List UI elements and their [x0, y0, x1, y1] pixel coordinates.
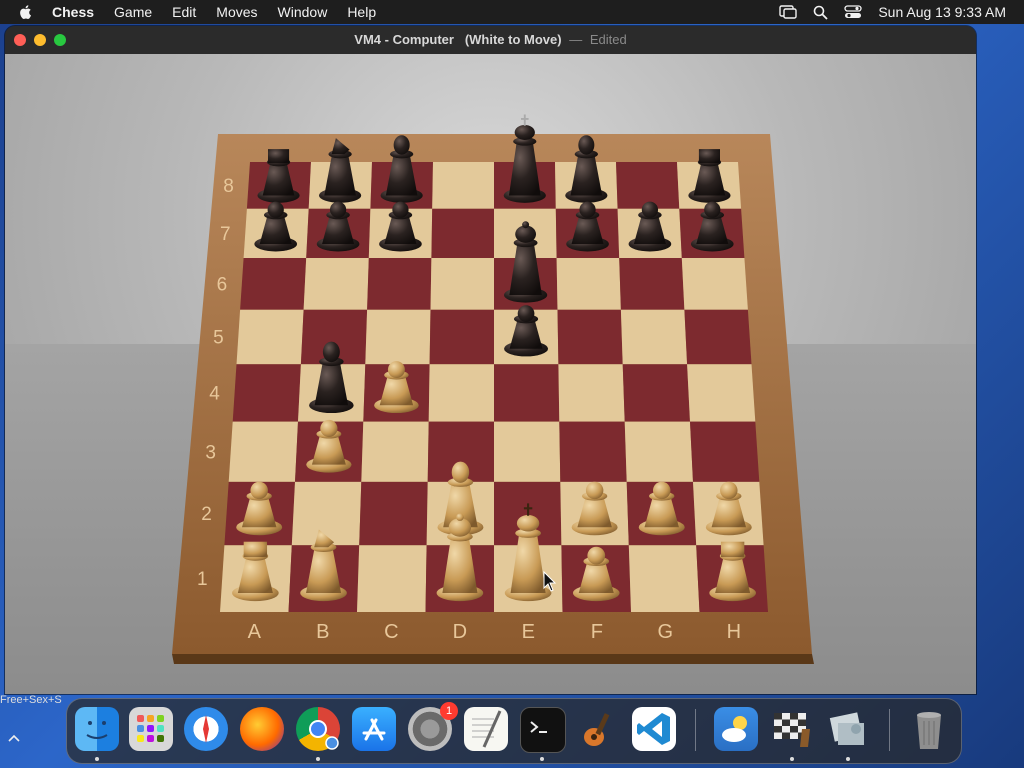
chess-icon[interactable] [770, 707, 814, 751]
dock [66, 698, 962, 764]
dock-divider [889, 709, 890, 751]
chevron-up-icon[interactable] [8, 733, 20, 743]
scene-floor [5, 344, 976, 694]
weather-icon[interactable] [714, 707, 758, 751]
control-center-icon[interactable] [844, 5, 862, 19]
preview-icon[interactable] [826, 707, 870, 751]
window-title-edited: Edited [589, 32, 627, 47]
menu-moves[interactable]: Moves [216, 4, 257, 20]
chess-window: VM4 - Computer (White to Move) — Edited [5, 26, 976, 694]
apple-logo-icon[interactable] [18, 4, 34, 20]
settings-notification-badge: 1 [440, 702, 458, 720]
chrome-running-dot [316, 757, 320, 761]
terminal-running-dot [540, 757, 544, 761]
screen-mirroring-icon[interactable] [779, 5, 798, 19]
menubar-clock[interactable]: Sun Aug 13 9:33 AM [878, 4, 1006, 20]
vscode-icon[interactable] [632, 707, 676, 751]
preview-running-dot [846, 757, 850, 761]
menu-help[interactable]: Help [347, 4, 376, 20]
finder-icon[interactable] [75, 707, 119, 751]
safari-icon[interactable] [184, 707, 228, 751]
finder-running-dot [95, 757, 99, 761]
chrome-icon[interactable] [296, 707, 340, 751]
app-store-icon[interactable] [352, 707, 396, 751]
window-titlebar[interactable]: VM4 - Computer (White to Move) — Edited [5, 26, 976, 55]
trash-icon[interactable] [907, 707, 951, 751]
chess-running-dot [790, 757, 794, 761]
menu-game[interactable]: Game [114, 4, 152, 20]
terminal-icon[interactable] [520, 707, 566, 753]
textedit-icon[interactable] [464, 707, 508, 751]
menu-app-name[interactable]: Chess [52, 4, 94, 20]
menu-edit[interactable]: Edit [172, 4, 196, 20]
launchpad-icon[interactable] [129, 707, 173, 751]
menu-window[interactable]: Window [278, 4, 328, 20]
chess-3d-scene[interactable] [5, 54, 976, 694]
menubar-status-area: Sun Aug 13 9:33 AM [779, 0, 1006, 24]
dock-divider [695, 709, 696, 751]
window-title-separator: — [569, 32, 583, 47]
window-title-main: VM4 - Computer [354, 32, 454, 47]
firefox-icon[interactable] [240, 707, 284, 751]
garageband-icon[interactable] [576, 707, 620, 751]
window-title: VM4 - Computer (White to Move) — Edited [5, 32, 976, 47]
menu-bar: Chess Game Edit Moves Window Help Sun Au… [0, 0, 1024, 24]
window-title-status: (White to Move) [464, 32, 562, 47]
desktop-file-label: Free+Sex+S [0, 694, 62, 706]
spotlight-search-icon[interactable] [813, 5, 828, 20]
